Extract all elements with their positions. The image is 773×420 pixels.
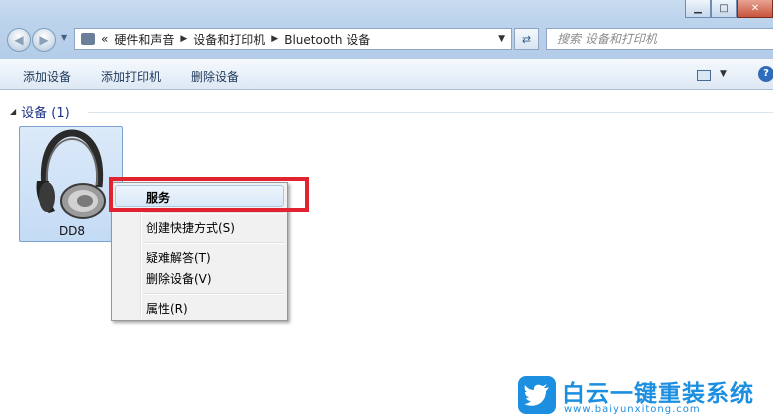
change-view-icon[interactable] xyxy=(697,70,711,81)
breadcrumb-bluetooth-devices[interactable]: Bluetooth 设备 xyxy=(284,31,370,48)
menu-item-create-shortcut[interactable]: 创建快捷方式(S) xyxy=(146,219,235,236)
device-name: DD8 xyxy=(58,224,86,238)
menu-item-remove-device[interactable]: 删除设备(V) xyxy=(146,270,212,287)
add-printer-button[interactable]: 添加打印机 xyxy=(101,68,161,85)
refresh-button[interactable]: ⇄ xyxy=(514,28,539,50)
arrow-right-icon: ▶ xyxy=(39,33,49,47)
forward-button[interactable]: ▶ xyxy=(32,28,56,52)
headphones-icon xyxy=(36,129,106,219)
menu-separator xyxy=(143,242,284,244)
remove-device-button[interactable]: 删除设备 xyxy=(191,68,239,85)
window-caption-buttons: ▁ □ ✕ xyxy=(685,0,773,18)
maximize-button[interactable]: □ xyxy=(711,0,737,18)
group-header[interactable]: ◢ 设备 (1) xyxy=(10,102,70,121)
address-bar[interactable]: « 硬件和声音 ▶ 设备和打印机 ▶ Bluetooth 设备 ▼ xyxy=(74,28,512,50)
search-placeholder: 搜索 设备和打印机 xyxy=(557,32,657,46)
bird-logo-icon xyxy=(518,376,556,414)
watermark-url: www.baiyunxitong.com xyxy=(564,404,701,415)
address-dropdown-icon[interactable]: ▼ xyxy=(498,34,505,44)
recent-pages-dropdown-icon[interactable]: ▼ xyxy=(61,33,67,42)
breadcrumb-hardware-sound[interactable]: 硬件和声音 xyxy=(114,31,174,48)
watermark-title: 白云一键重装系统 xyxy=(562,381,754,407)
help-icon[interactable]: ? xyxy=(758,66,773,82)
group-divider xyxy=(88,112,773,113)
search-input[interactable]: 搜索 设备和打印机 xyxy=(546,28,773,50)
title-bar: ▁ □ ✕ ◀ ▶ ▼ « 硬件和声音 ▶ 设备和打印机 ▶ Bluetooth… xyxy=(0,0,773,58)
close-button[interactable]: ✕ xyxy=(737,0,773,18)
devices-folder-icon xyxy=(81,33,95,45)
view-options-dropdown-icon[interactable]: ▼ xyxy=(720,69,727,79)
watermark: 白云一键重装系统 www.baiyunxitong.com xyxy=(518,372,773,420)
breadcrumb-separator-icon[interactable]: ▶ xyxy=(180,34,187,44)
add-device-button[interactable]: 添加设备 xyxy=(23,68,71,85)
menu-item-properties[interactable]: 属性(R) xyxy=(146,300,188,317)
menu-separator xyxy=(143,212,284,214)
breadcrumb-separator-icon[interactable]: ▶ xyxy=(271,34,278,44)
group-label: 设备 (1) xyxy=(21,106,70,121)
menu-separator xyxy=(143,293,284,295)
breadcrumb-overflow[interactable]: « xyxy=(101,32,108,46)
command-bar: 添加设备 添加打印机 删除设备 ▼ ? xyxy=(0,58,773,90)
breadcrumb-devices-printers[interactable]: 设备和打印机 xyxy=(193,31,265,48)
collapse-triangle-icon[interactable]: ◢ xyxy=(10,107,16,116)
menu-item-troubleshoot[interactable]: 疑难解答(T) xyxy=(146,249,211,266)
back-button[interactable]: ◀ xyxy=(7,28,31,52)
annotation-highlight-box xyxy=(109,177,309,212)
refresh-icon: ⇄ xyxy=(521,32,532,46)
device-tile[interactable]: DD8 xyxy=(19,126,123,242)
arrow-left-icon: ◀ xyxy=(14,33,24,47)
minimize-button[interactable]: ▁ xyxy=(685,0,711,18)
